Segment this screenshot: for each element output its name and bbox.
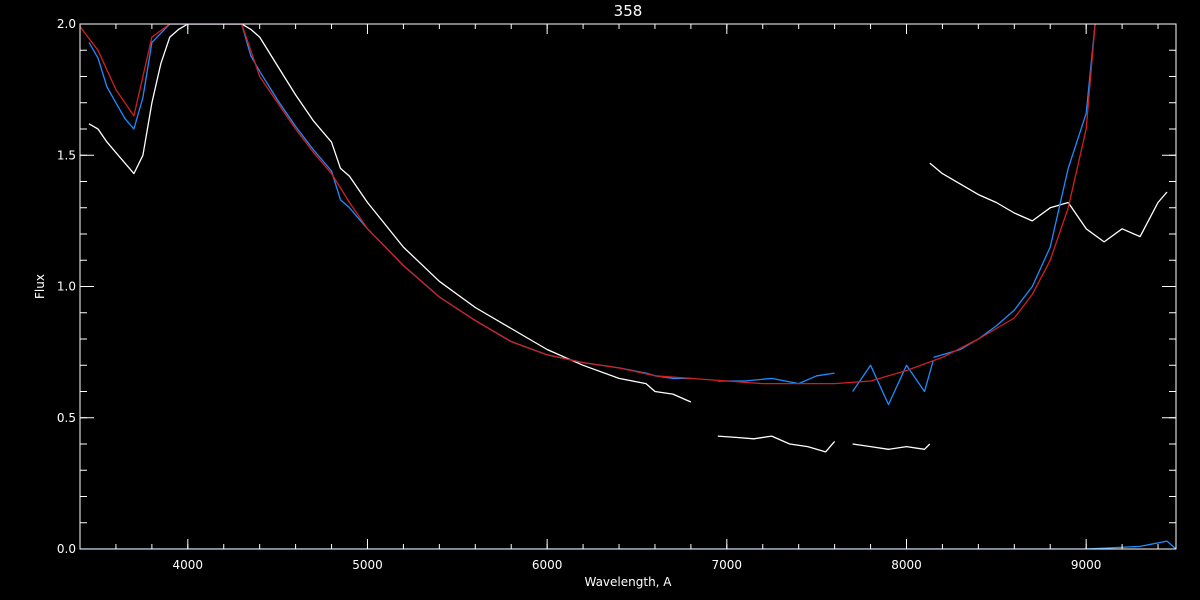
series-0-segment-1 [717,435,836,453]
x-tick-label: 6000 [532,558,563,572]
series-0-segment-0 [88,24,692,403]
chart-root: 358 Wavelength, A Flux 4000 5000 6000 7000 8… [0,0,1200,600]
x-tick-label: 4000 [173,558,204,572]
series-0-segment-2 [852,443,931,450]
x-tick-label: 8000 [891,558,922,572]
series-layer [80,24,1176,549]
y-tick-label: 0.5 [57,411,76,425]
axes-layer [79,23,1177,550]
series-1-segment-4 [80,540,1176,549]
y-tick-label: 1.5 [57,148,76,162]
series-1-segment-0 [88,24,691,380]
x-tick-label: 7000 [712,558,743,572]
x-tick-label: 9000 [1071,558,1102,572]
spectrum-chart: 358 Wavelength, A Flux 4000 5000 6000 7000 8… [33,2,1177,589]
series-1-segment-3 [933,24,1096,359]
y-tick-label: 0.0 [57,542,76,556]
series-1-segment-2 [852,359,935,406]
y-axis-label: Flux [33,274,47,299]
x-tick-label: 5000 [352,558,383,572]
y-tick-label: 2.0 [57,17,76,31]
y-tick-label: 1.0 [57,280,76,294]
x-axis-label: Wavelength, A [584,575,672,589]
plot-frame [79,23,1177,550]
series-0-segment-3 [929,162,1168,243]
tick-layer: 4000 5000 6000 7000 8000 9000 0.0 0.5 1.0 1.5 2.0 [57,17,1176,572]
chart-title: 358 [614,2,643,20]
series-2-segment-0 [80,24,1096,385]
